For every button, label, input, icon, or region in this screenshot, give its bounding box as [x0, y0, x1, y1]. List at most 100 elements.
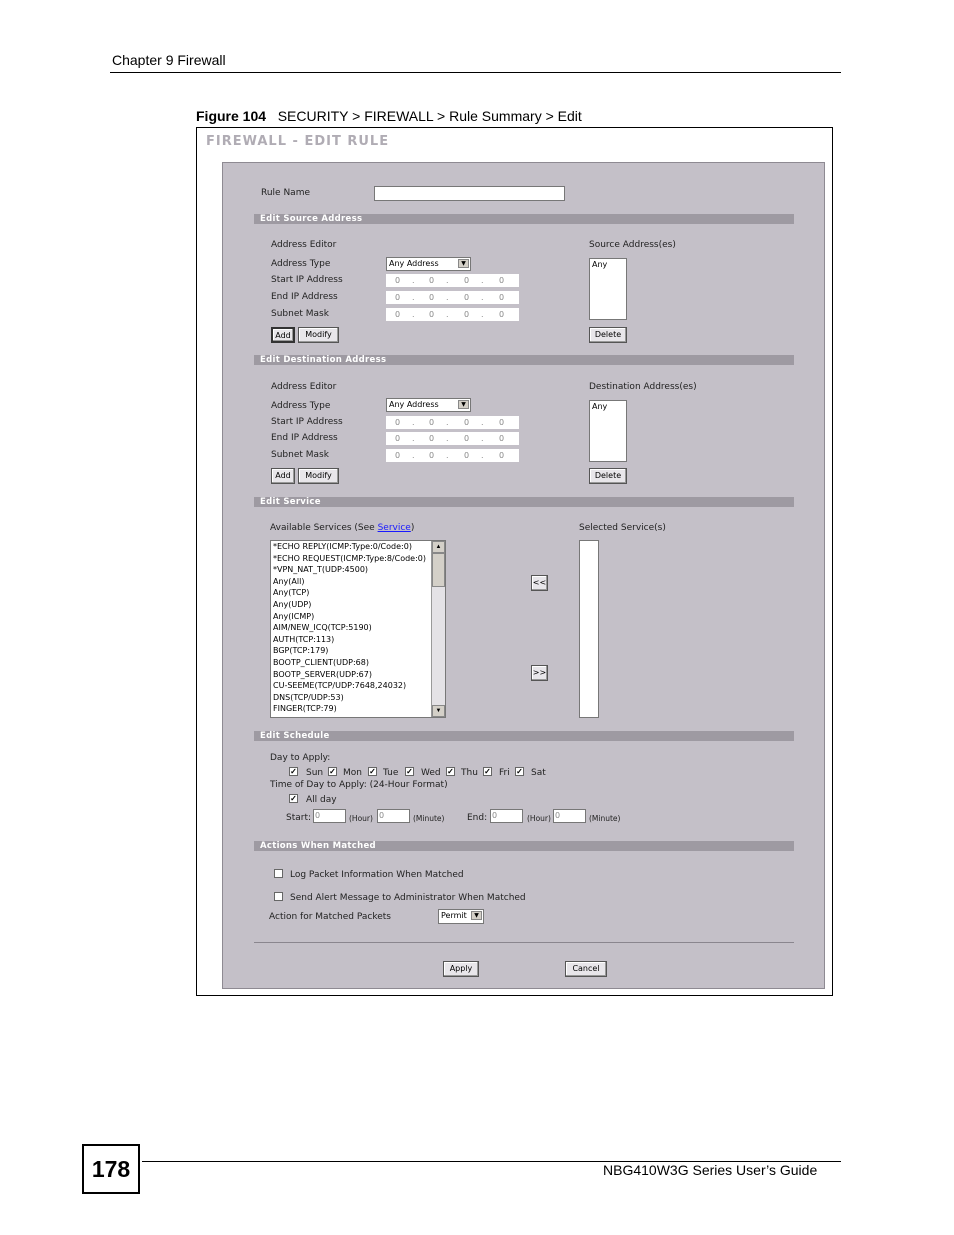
source-start-label: Start IP Address [271, 275, 343, 285]
service-link[interactable]: Service [378, 523, 411, 533]
scroll-down-icon[interactable]: ▼ [432, 705, 445, 717]
rule-name-input[interactable] [374, 186, 565, 201]
list-item[interactable]: BOOTP_SERVER(UDP:67) [273, 669, 431, 681]
figure-label: Figure 104 [196, 108, 267, 124]
day-to-apply-label: Day to Apply: [270, 753, 331, 763]
source-type-value: Any Address [389, 259, 439, 268]
list-item[interactable]: Any [592, 259, 626, 271]
source-delete-button[interactable]: Delete [589, 327, 627, 343]
day-label-wed: Wed [421, 768, 441, 778]
destination-type-select[interactable]: Any Address ▼ [386, 398, 471, 412]
list-item[interactable]: AIM/NEW_ICQ(TCP:5190) [273, 622, 431, 634]
destination-address-list[interactable]: Any [589, 400, 627, 462]
available-services-list[interactable]: *ECHO REPLY(ICMP:Type:0/Code:0) *ECHO RE… [270, 540, 446, 718]
destination-mask-label: Subnet Mask [271, 450, 329, 460]
source-start-ip[interactable]: 0.0.0.0 [386, 274, 519, 287]
source-end-ip[interactable]: 0.0.0.0 [386, 291, 519, 304]
selected-services-label: Selected Service(s) [579, 523, 666, 533]
scroll-up-icon[interactable]: ▲ [432, 541, 445, 553]
list-item[interactable]: Any(TCP) [273, 587, 431, 599]
checkbox-sat[interactable]: ✓ [515, 767, 524, 776]
checkbox-tue[interactable]: ✓ [368, 767, 377, 776]
destination-section-bar: Edit Destination Address [254, 355, 794, 365]
figure-caption-text: SECURITY > FIREWALL > Rule Summary > Edi… [277, 108, 582, 124]
action-select[interactable]: Permit ▼ [438, 909, 484, 924]
schedule-section-bar: Edit Schedule [254, 731, 794, 741]
checkbox-wed[interactable]: ✓ [405, 767, 414, 776]
list-item[interactable]: Any(UDP) [273, 599, 431, 611]
page-number: 178 [82, 1144, 140, 1194]
selected-services-list[interactable] [579, 540, 599, 718]
list-item[interactable]: *ECHO REQUEST(ICMP:Type:8/Code:0) [273, 553, 431, 565]
checkbox-all-day[interactable]: ✓ [289, 794, 298, 803]
destination-end-ip[interactable]: 0.0.0.0 [386, 432, 519, 445]
panel-title: FIREWALL - EDIT RULE [206, 134, 390, 149]
figure-caption: Figure 104 SECURITY > FIREWALL > Rule Su… [196, 108, 582, 124]
form-separator [254, 942, 794, 943]
source-list-label: Source Address(es) [589, 240, 676, 250]
destination-type-value: Any Address [389, 400, 439, 409]
chapter-header: Chapter 9 Firewall [112, 52, 226, 68]
day-label-fri: Fri [499, 768, 510, 778]
source-end-label: End IP Address [271, 292, 338, 302]
source-add-button[interactable]: Add [271, 327, 295, 343]
list-item[interactable]: AUTH(TCP:113) [273, 634, 431, 646]
source-type-label: Address Type [271, 259, 331, 269]
log-packet-label: Log Packet Information When Matched [290, 870, 464, 880]
end-hour-input[interactable]: 0 [490, 809, 523, 823]
checkbox-thu[interactable]: ✓ [446, 767, 455, 776]
day-label-tue: Tue [383, 768, 399, 778]
service-section-bar: Edit Service [254, 497, 794, 507]
checkbox-sun[interactable]: ✓ [289, 767, 298, 776]
end-time-label: End: [467, 813, 488, 823]
source-address-list[interactable]: Any [589, 258, 627, 320]
list-item[interactable]: FINGER(TCP:79) [273, 703, 431, 715]
list-item[interactable]: BOOTP_CLIENT(UDP:68) [273, 657, 431, 669]
source-mask-label: Subnet Mask [271, 309, 329, 319]
destination-editor-label: Address Editor [271, 382, 337, 392]
time-of-day-label: Time of Day to Apply: (24-Hour Format) [270, 780, 448, 790]
list-item[interactable]: *VPN_NAT_T(UDP:4500) [273, 564, 431, 576]
destination-add-button[interactable]: Add [271, 468, 295, 484]
list-item[interactable]: *ECHO REPLY(ICMP:Type:0/Code:0) [273, 541, 431, 553]
checkbox-mon[interactable]: ✓ [328, 767, 337, 776]
rule-name-label: Rule Name [261, 188, 311, 198]
scroll-thumb[interactable] [432, 553, 445, 587]
all-day-label: All day [306, 795, 337, 805]
destination-modify-button[interactable]: Modify [298, 468, 339, 484]
services-scrollbar[interactable]: ▲ ▼ [431, 541, 445, 717]
add-service-button[interactable]: >> [531, 665, 548, 681]
start-minute-unit: (Minute) [413, 814, 445, 823]
day-label-mon: Mon [343, 768, 362, 778]
list-item[interactable]: CU-SEEME(TCP/UDP:7648,24032) [273, 680, 431, 692]
source-modify-button[interactable]: Modify [298, 327, 339, 343]
start-time-label: Start: [286, 813, 312, 823]
start-hour-input[interactable]: 0 [313, 809, 346, 823]
list-item[interactable]: Any(ICMP) [273, 611, 431, 623]
cancel-button[interactable]: Cancel [565, 961, 607, 977]
list-item[interactable]: DNS(TCP/UDP:53) [273, 692, 431, 704]
destination-mask-ip[interactable]: 0.0.0.0 [386, 449, 519, 462]
checkbox-log-packet[interactable] [274, 869, 283, 878]
start-hour-unit: (Hour) [349, 814, 373, 823]
destination-start-ip[interactable]: 0.0.0.0 [386, 416, 519, 429]
checkbox-send-alert[interactable] [274, 892, 283, 901]
source-mask-ip[interactable]: 0.0.0.0 [386, 308, 519, 321]
end-hour-unit: (Hour) [527, 814, 551, 823]
source-editor-label: Address Editor [271, 240, 337, 250]
source-type-select[interactable]: Any Address ▼ [386, 257, 471, 271]
list-item[interactable]: Any(All) [273, 576, 431, 588]
chevron-down-icon: ▼ [458, 259, 469, 268]
remove-service-button[interactable]: << [531, 575, 548, 591]
chevron-down-icon: ▼ [471, 911, 482, 920]
end-minute-input[interactable]: 0 [553, 809, 586, 823]
action-matched-label: Action for Matched Packets [269, 912, 391, 922]
destination-type-label: Address Type [271, 401, 331, 411]
list-item[interactable]: Any [592, 401, 626, 413]
start-minute-input[interactable]: 0 [377, 809, 410, 823]
action-value: Permit [441, 911, 467, 920]
list-item[interactable]: BGP(TCP:179) [273, 645, 431, 657]
apply-button[interactable]: Apply [443, 961, 479, 977]
checkbox-fri[interactable]: ✓ [483, 767, 492, 776]
destination-delete-button[interactable]: Delete [589, 468, 627, 484]
